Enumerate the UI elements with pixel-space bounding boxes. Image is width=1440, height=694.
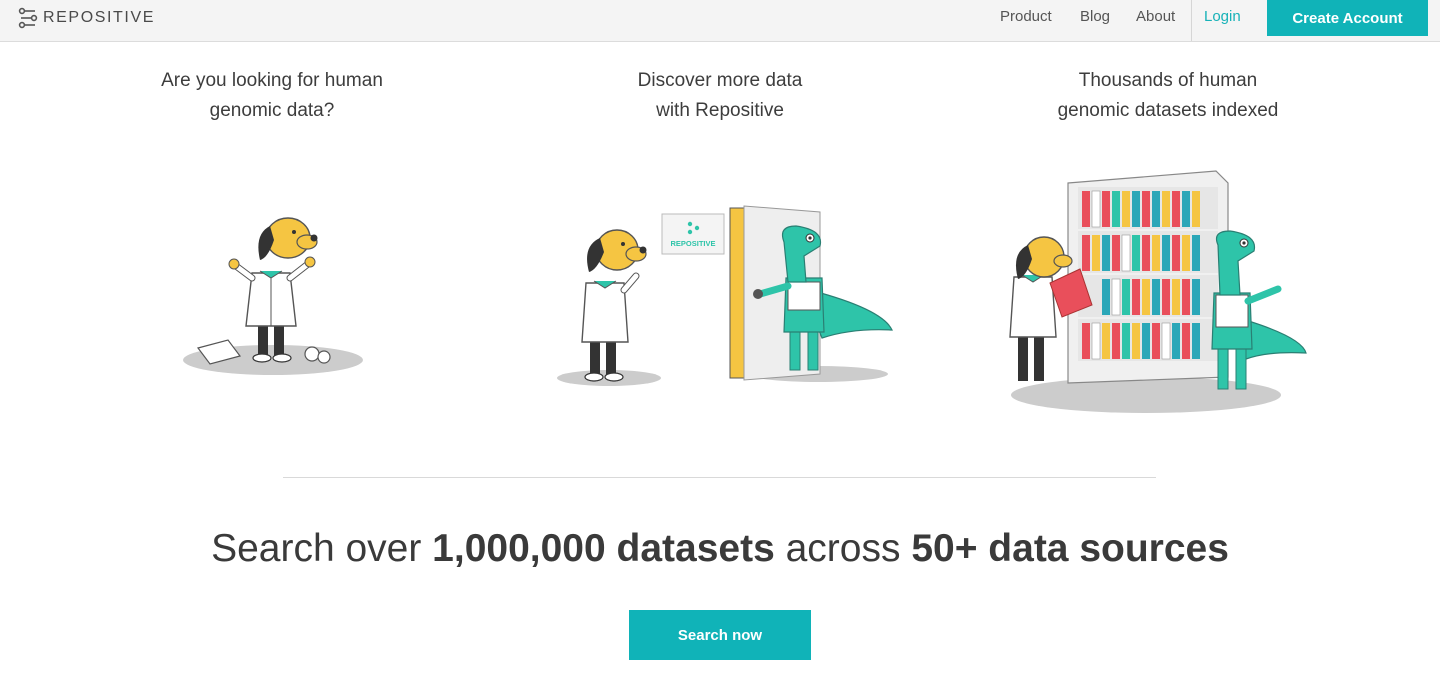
- column-title-2: Discover more data with Repositive: [540, 66, 900, 126]
- bookshelf-icon: [1009, 170, 1307, 413]
- nav-blog[interactable]: Blog: [1080, 0, 1110, 34]
- nav-about[interactable]: About: [1136, 0, 1175, 34]
- logo[interactable]: REPOSITIVE: [18, 6, 155, 30]
- column-title-2-line2: with Repositive: [656, 100, 784, 121]
- nav-login[interactable]: Login: [1204, 0, 1241, 34]
- section-divider: [283, 477, 1156, 478]
- column-title-1: Are you looking for human genomic data?: [92, 66, 452, 126]
- headline-part2: across: [774, 527, 912, 570]
- dog-confused-icon: [183, 217, 363, 375]
- dog-door-dino-icon: REPOSITIVE: [557, 205, 893, 386]
- column-title-1-line2: genomic data?: [209, 100, 335, 121]
- nav-product[interactable]: Product: [1000, 0, 1052, 34]
- column-title-2-line1: Discover more data: [637, 70, 803, 91]
- headline-part1: Search over: [211, 527, 433, 570]
- logo-text: REPOSITIVE: [43, 9, 156, 26]
- column-title-3: Thousands of human genomic datasets inde…: [988, 66, 1348, 126]
- column-title-3-line2: genomic datasets indexed: [1057, 100, 1279, 121]
- headline-bold2: 50+ data sources: [911, 527, 1229, 570]
- nav-divider: [1191, 0, 1192, 41]
- column-title-3-line1: Thousands of human: [1078, 70, 1258, 91]
- column-title-1-line1: Are you looking for human: [161, 70, 383, 91]
- search-now-button[interactable]: Search now: [629, 610, 811, 660]
- repositive-logo-icon: [18, 7, 38, 29]
- headline-bold1: 1,000,000 datasets: [432, 527, 775, 570]
- create-account-button[interactable]: Create Account: [1267, 0, 1428, 36]
- sign-label: REPOSITIVE: [670, 239, 715, 248]
- search-headline: Search over 1,000,000 datasets across 50…: [0, 527, 1440, 571]
- top-navbar: REPOSITIVE Product Blog About Login Crea…: [0, 0, 1440, 42]
